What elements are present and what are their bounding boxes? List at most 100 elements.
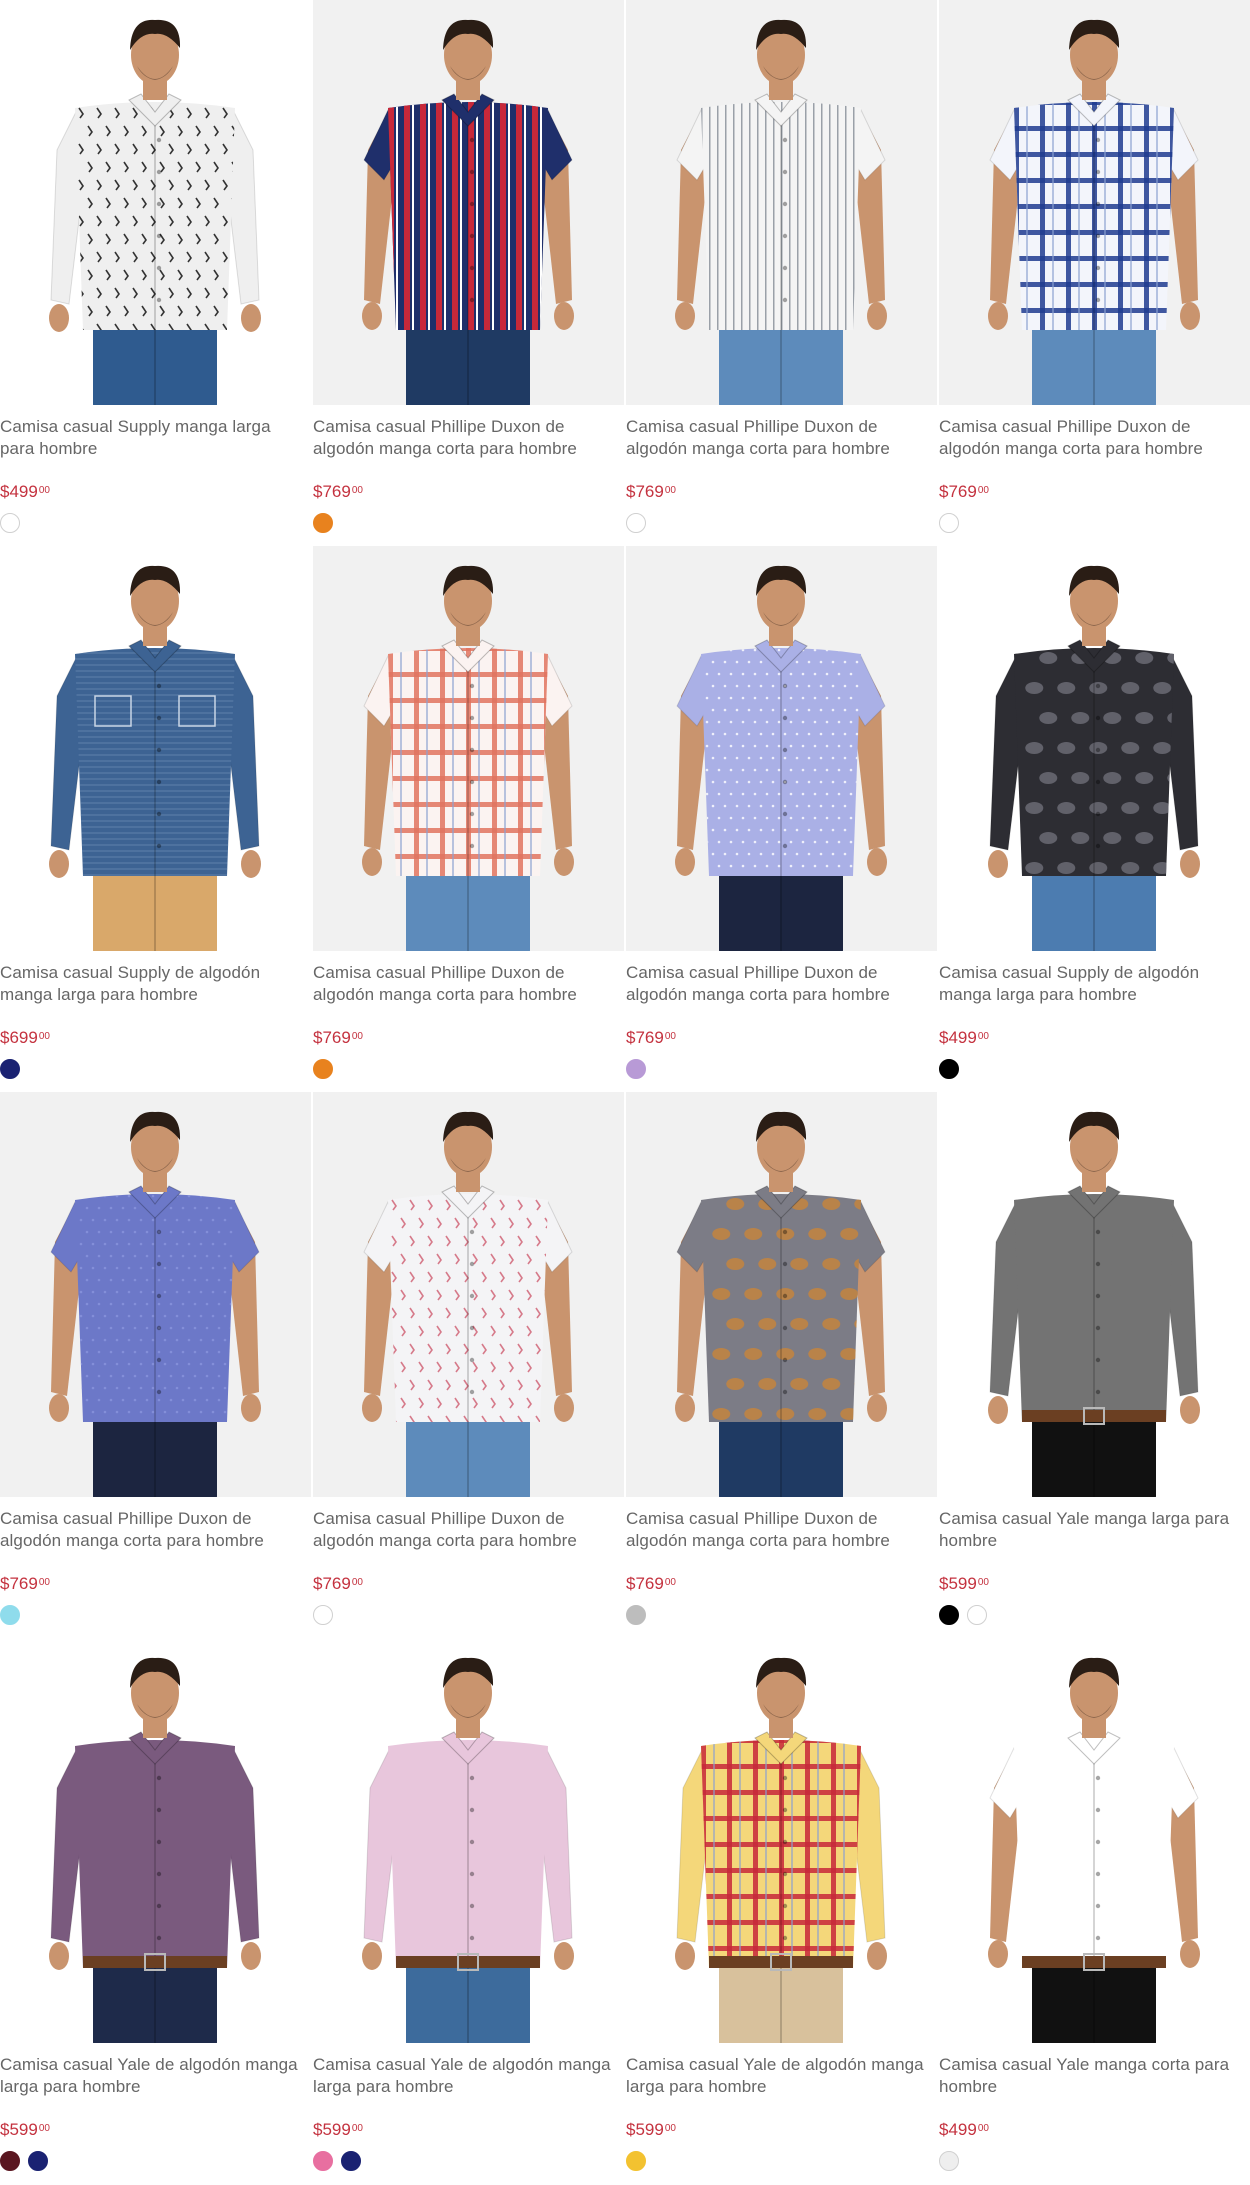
color-swatch[interactable] <box>28 2151 48 2171</box>
color-swatch[interactable] <box>939 1605 959 1625</box>
price-cents: 00 <box>38 485 50 496</box>
price-cents: 00 <box>977 485 989 496</box>
color-swatches <box>0 2151 48 2171</box>
price-cents: 00 <box>977 2123 989 2134</box>
color-swatch[interactable] <box>313 2151 333 2171</box>
color-swatch[interactable] <box>341 2151 361 2171</box>
product-image[interactable] <box>939 1638 1250 2043</box>
product-card[interactable]: Camisa casual Yale manga corta para homb… <box>939 1638 1250 2184</box>
product-card[interactable]: Camisa casual Phillipe Duxon de algodón … <box>313 0 626 546</box>
color-swatches <box>939 1605 987 1625</box>
product-title[interactable]: Camisa casual Yale de algodón manga larg… <box>0 2054 305 2098</box>
price-cents: 00 <box>351 1577 363 1588</box>
product-title[interactable]: Camisa casual Supply de algodón manga la… <box>0 962 305 1006</box>
product-price: $76900 <box>313 1027 363 1049</box>
product-image[interactable] <box>626 0 937 405</box>
color-swatches <box>939 513 959 533</box>
product-price: $76900 <box>939 481 989 503</box>
price-amount: $769 <box>626 1574 664 1593</box>
product-card[interactable]: Camisa casual Phillipe Duxon de algodón … <box>626 546 939 1092</box>
product-card[interactable]: Camisa casual Phillipe Duxon de algodón … <box>626 1092 939 1638</box>
color-swatches <box>313 1059 333 1079</box>
price-amount: $769 <box>313 482 351 501</box>
color-swatch[interactable] <box>939 2151 959 2171</box>
color-swatch[interactable] <box>967 1605 987 1625</box>
color-swatch[interactable] <box>626 513 646 533</box>
color-swatch[interactable] <box>939 1059 959 1079</box>
color-swatch[interactable] <box>626 2151 646 2171</box>
product-title[interactable]: Camisa casual Supply de algodón manga la… <box>939 962 1244 1006</box>
product-title[interactable]: Camisa casual Phillipe Duxon de algodón … <box>0 1508 305 1552</box>
price-cents: 00 <box>664 1577 676 1588</box>
product-title[interactable]: Camisa casual Phillipe Duxon de algodón … <box>626 1508 931 1552</box>
product-image[interactable] <box>0 1092 311 1497</box>
product-card[interactable]: Camisa casual Phillipe Duxon de algodón … <box>0 1092 313 1638</box>
product-card[interactable]: Camisa casual Supply de algodón manga la… <box>939 546 1250 1092</box>
color-swatch[interactable] <box>626 1059 646 1079</box>
price-amount: $699 <box>0 1028 38 1047</box>
price-amount: $769 <box>626 1028 664 1047</box>
product-image[interactable] <box>313 546 624 951</box>
product-title[interactable]: Camisa casual Phillipe Duxon de algodón … <box>313 1508 618 1552</box>
product-price: $76900 <box>626 481 676 503</box>
color-swatch[interactable] <box>0 1605 20 1625</box>
color-swatches <box>313 1605 333 1625</box>
product-card[interactable]: Camisa casual Supply de algodón manga la… <box>0 546 313 1092</box>
product-price: $69900 <box>0 1027 50 1049</box>
price-cents: 00 <box>351 1031 363 1042</box>
color-swatch[interactable] <box>626 1605 646 1625</box>
color-swatches <box>313 2151 361 2171</box>
product-card[interactable]: Camisa casual Phillipe Duxon de algodón … <box>626 0 939 546</box>
product-title[interactable]: Camisa casual Yale manga corta para homb… <box>939 2054 1244 2098</box>
color-swatch[interactable] <box>313 1059 333 1079</box>
product-title[interactable]: Camisa casual Yale de algodón manga larg… <box>626 2054 931 2098</box>
product-image[interactable] <box>313 1638 624 2043</box>
price-cents: 00 <box>351 2123 363 2134</box>
product-title[interactable]: Camisa casual Supply manga larga para ho… <box>0 416 305 460</box>
color-swatches <box>313 513 333 533</box>
product-image[interactable] <box>0 546 311 951</box>
product-title[interactable]: Camisa casual Phillipe Duxon de algodón … <box>313 416 618 460</box>
product-card[interactable]: Camisa casual Phillipe Duxon de algodón … <box>939 0 1250 546</box>
color-swatches <box>0 1605 20 1625</box>
price-cents: 00 <box>38 2123 50 2134</box>
product-price: $59900 <box>313 2119 363 2141</box>
product-image[interactable] <box>939 0 1250 405</box>
color-swatches <box>626 513 646 533</box>
color-swatch[interactable] <box>0 1059 20 1079</box>
product-card[interactable]: Camisa casual Supply manga larga para ho… <box>0 0 313 546</box>
product-card[interactable]: Camisa casual Yale de algodón manga larg… <box>626 1638 939 2184</box>
product-title[interactable]: Camisa casual Yale manga larga para homb… <box>939 1508 1244 1552</box>
color-swatch[interactable] <box>939 513 959 533</box>
product-title[interactable]: Camisa casual Phillipe Duxon de algodón … <box>939 416 1244 460</box>
product-card[interactable]: Camisa casual Yale manga larga para homb… <box>939 1092 1250 1638</box>
price-cents: 00 <box>38 1031 50 1042</box>
price-amount: $499 <box>939 2120 977 2139</box>
product-card[interactable]: Camisa casual Phillipe Duxon de algodón … <box>313 546 626 1092</box>
product-card[interactable]: Camisa casual Yale de algodón manga larg… <box>313 1638 626 2184</box>
product-image[interactable] <box>313 1092 624 1497</box>
product-image[interactable] <box>939 546 1250 951</box>
color-swatch[interactable] <box>313 513 333 533</box>
color-swatch[interactable] <box>0 513 20 533</box>
price-cents: 00 <box>38 1577 50 1588</box>
color-swatches <box>939 1059 959 1079</box>
product-image[interactable] <box>313 0 624 405</box>
color-swatch[interactable] <box>0 2151 20 2171</box>
product-image[interactable] <box>626 1092 937 1497</box>
product-price: $76900 <box>313 1573 363 1595</box>
product-price: $59900 <box>626 2119 676 2141</box>
product-title[interactable]: Camisa casual Yale de algodón manga larg… <box>313 2054 618 2098</box>
product-image[interactable] <box>0 1638 311 2043</box>
product-price: $49900 <box>0 481 50 503</box>
product-title[interactable]: Camisa casual Phillipe Duxon de algodón … <box>626 962 931 1006</box>
product-image[interactable] <box>626 1638 937 2043</box>
product-card[interactable]: Camisa casual Yale de algodón manga larg… <box>0 1638 313 2184</box>
product-title[interactable]: Camisa casual Phillipe Duxon de algodón … <box>626 416 931 460</box>
product-image[interactable] <box>626 546 937 951</box>
color-swatch[interactable] <box>313 1605 333 1625</box>
product-card[interactable]: Camisa casual Phillipe Duxon de algodón … <box>313 1092 626 1638</box>
product-title[interactable]: Camisa casual Phillipe Duxon de algodón … <box>313 962 618 1006</box>
product-image[interactable] <box>939 1092 1250 1497</box>
product-image[interactable] <box>0 0 311 405</box>
